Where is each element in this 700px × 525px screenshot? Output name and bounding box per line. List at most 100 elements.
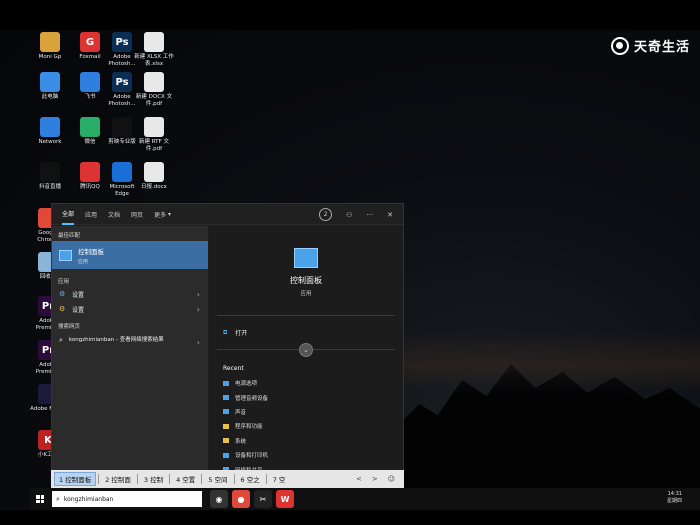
best-match-item[interactable]: 控制面板 应用 bbox=[52, 241, 208, 269]
tab-all[interactable]: 全部 bbox=[62, 204, 75, 225]
account-icon[interactable]: ⚇ bbox=[346, 211, 352, 219]
close-icon[interactable]: ✕ bbox=[387, 211, 393, 219]
desktop-icon[interactable]: 此电脑 bbox=[30, 72, 70, 101]
taskbar-search-box[interactable]: ⌕ kongzhimianban bbox=[52, 491, 202, 507]
app-icon bbox=[80, 117, 100, 137]
desktop-icon[interactable]: 日报.docx bbox=[134, 162, 174, 191]
desktop-icon-label: 此电脑 bbox=[41, 94, 59, 100]
ime-separator bbox=[136, 474, 138, 484]
control-panel-item-icon bbox=[223, 452, 229, 458]
taskbar-app-chrome-icon[interactable]: ● bbox=[232, 490, 250, 508]
detail-subtitle: 应用 bbox=[300, 291, 312, 297]
recent-item[interactable]: 电源选项 bbox=[209, 376, 403, 390]
app-icon bbox=[40, 32, 60, 52]
ime-separator bbox=[233, 474, 235, 484]
web-search-item[interactable]: ⌕ kongzhimianban - 查看网络搜索结果 › bbox=[52, 332, 208, 356]
more-options-icon[interactable]: ··· bbox=[366, 211, 373, 219]
control-panel-icon bbox=[59, 249, 72, 261]
recent-item[interactable]: 管理音频设备 bbox=[209, 390, 403, 404]
ime-next-icon[interactable]: > bbox=[369, 475, 381, 483]
watermark: 天奇生活 bbox=[610, 36, 690, 55]
control-panel-item-icon bbox=[223, 395, 229, 401]
app-icon: Ps bbox=[112, 72, 132, 92]
open-action[interactable]: ⧉ 打开 bbox=[209, 324, 403, 341]
rewards-badge[interactable]: 2 bbox=[319, 208, 333, 221]
best-match-header: 最佳匹配 bbox=[58, 233, 81, 239]
ime-candidate[interactable]: 5 空间 bbox=[204, 472, 231, 486]
clock-time: 14:31 bbox=[667, 491, 682, 497]
start-button[interactable] bbox=[30, 488, 50, 510]
app-icon bbox=[144, 32, 164, 52]
recent-item-label: 设备和打印机 bbox=[235, 453, 269, 460]
app-result-settings-1[interactable]: ⚙ 设置 › bbox=[52, 287, 208, 302]
chevron-right-icon[interactable]: › bbox=[197, 338, 200, 347]
app-icon bbox=[112, 117, 132, 137]
recent-item[interactable]: 设备和打印机 bbox=[209, 448, 403, 462]
desktop-icon[interactable]: 抖音直播 bbox=[30, 162, 70, 191]
desktop-icon-label: Moni Gp bbox=[38, 54, 62, 60]
desktop-icon-label: Network bbox=[38, 139, 62, 145]
desktop-icon-label: 新建 XLSX 工作表.xlsx bbox=[134, 54, 174, 67]
tab-documents[interactable]: 文档 bbox=[108, 204, 120, 225]
search-filter-tabs: 全部 应用 文档 网页 更多 ▾ 2 ⚇ ··· ✕ bbox=[52, 204, 403, 225]
ime-separator bbox=[169, 474, 171, 484]
app-icon bbox=[144, 72, 164, 92]
app-icon bbox=[144, 117, 164, 137]
watermark-logo-icon bbox=[610, 36, 629, 55]
taskbar-app-wps-icon[interactable]: W bbox=[276, 490, 294, 508]
desktop-icon[interactable]: 新建 DOCX 文件.pdf bbox=[134, 72, 174, 108]
clock-date: 星期四 bbox=[666, 498, 682, 504]
recent-item[interactable]: 系统 bbox=[209, 434, 403, 448]
ime-prev-icon[interactable]: < bbox=[353, 475, 365, 483]
desktop-icon-label: 新建 DOCX 文件.pdf bbox=[135, 94, 173, 107]
ime-emoji-icon[interactable]: ☺ bbox=[385, 475, 398, 483]
ime-candidate[interactable]: 7 空 bbox=[269, 472, 290, 486]
recent-item[interactable]: 声音 bbox=[209, 405, 403, 419]
recent-item-label: 声音 bbox=[235, 409, 247, 416]
desktop-icon[interactable]: Moni Gp bbox=[30, 32, 70, 61]
app-result-label: 设置 bbox=[72, 307, 85, 314]
taskbar-app-obs-icon[interactable]: ◉ bbox=[210, 490, 228, 508]
tab-more[interactable]: 更多 ▾ bbox=[154, 204, 171, 225]
search-icon: ⌕ bbox=[59, 336, 63, 344]
ime-candidate[interactable]: 6 空之 bbox=[237, 472, 264, 486]
desktop-icon[interactable]: Network bbox=[30, 117, 70, 146]
ime-candidate[interactable]: 2 控制面 bbox=[101, 472, 135, 486]
recent-item-label: 程序和功能 bbox=[235, 424, 263, 431]
control-panel-item-icon bbox=[223, 409, 229, 415]
chevron-right-icon[interactable]: › bbox=[197, 290, 200, 299]
control-panel-item-icon bbox=[223, 380, 229, 386]
ime-separator bbox=[201, 474, 203, 484]
web-search-suffix: - 查看网络搜索结果 bbox=[116, 337, 164, 343]
tab-web[interactable]: 网页 bbox=[131, 204, 143, 225]
recent-item[interactable]: 程序和功能 bbox=[209, 419, 403, 433]
windows-icon bbox=[36, 495, 44, 503]
ime-separator bbox=[98, 474, 100, 484]
ime-separator bbox=[265, 474, 267, 484]
app-icon bbox=[40, 117, 60, 137]
ime-nav: < > ☺ bbox=[353, 475, 404, 483]
apps-header: 应用 bbox=[58, 279, 70, 285]
taskbar: ⌕ kongzhimianban ◉ ● ✂ W 14:31 星期四 bbox=[30, 488, 700, 510]
desktop-icon-label: 新建 RTF 文件.pdf bbox=[139, 139, 169, 152]
chevron-right-icon[interactable]: › bbox=[197, 305, 200, 314]
ime-candidate[interactable]: 4 空置 bbox=[172, 472, 199, 486]
system-clock[interactable]: 14:31 星期四 bbox=[667, 491, 682, 505]
search-text: kongzhimianban bbox=[63, 495, 114, 503]
ime-candidate[interactable]: 3 控制 bbox=[140, 472, 167, 486]
desktop-icon-label: 日报.docx bbox=[141, 184, 167, 190]
web-search-query: kongzhimianban bbox=[68, 337, 115, 343]
app-icon: Ps bbox=[112, 32, 132, 52]
collapse-chevron-icon[interactable]: ⌄ bbox=[299, 343, 313, 357]
desktop-icon[interactable]: 新建 RTF 文件.pdf bbox=[134, 117, 174, 153]
folder-icon bbox=[223, 438, 229, 444]
tab-more-label: 更多 bbox=[154, 211, 167, 219]
detail-title: 控制面板 bbox=[290, 276, 322, 285]
tab-apps[interactable]: 应用 bbox=[85, 204, 97, 225]
taskbar-app-capcut-icon[interactable]: ✂ bbox=[254, 490, 272, 508]
desktop-icon[interactable]: 新建 XLSX 工作表.xlsx bbox=[134, 32, 174, 68]
ime-candidate[interactable]: 1 控制面板 bbox=[54, 472, 97, 486]
app-result-settings-2[interactable]: ⚙ 设置 › bbox=[52, 302, 208, 317]
app-icon bbox=[144, 162, 164, 182]
folder-icon bbox=[223, 423, 229, 429]
